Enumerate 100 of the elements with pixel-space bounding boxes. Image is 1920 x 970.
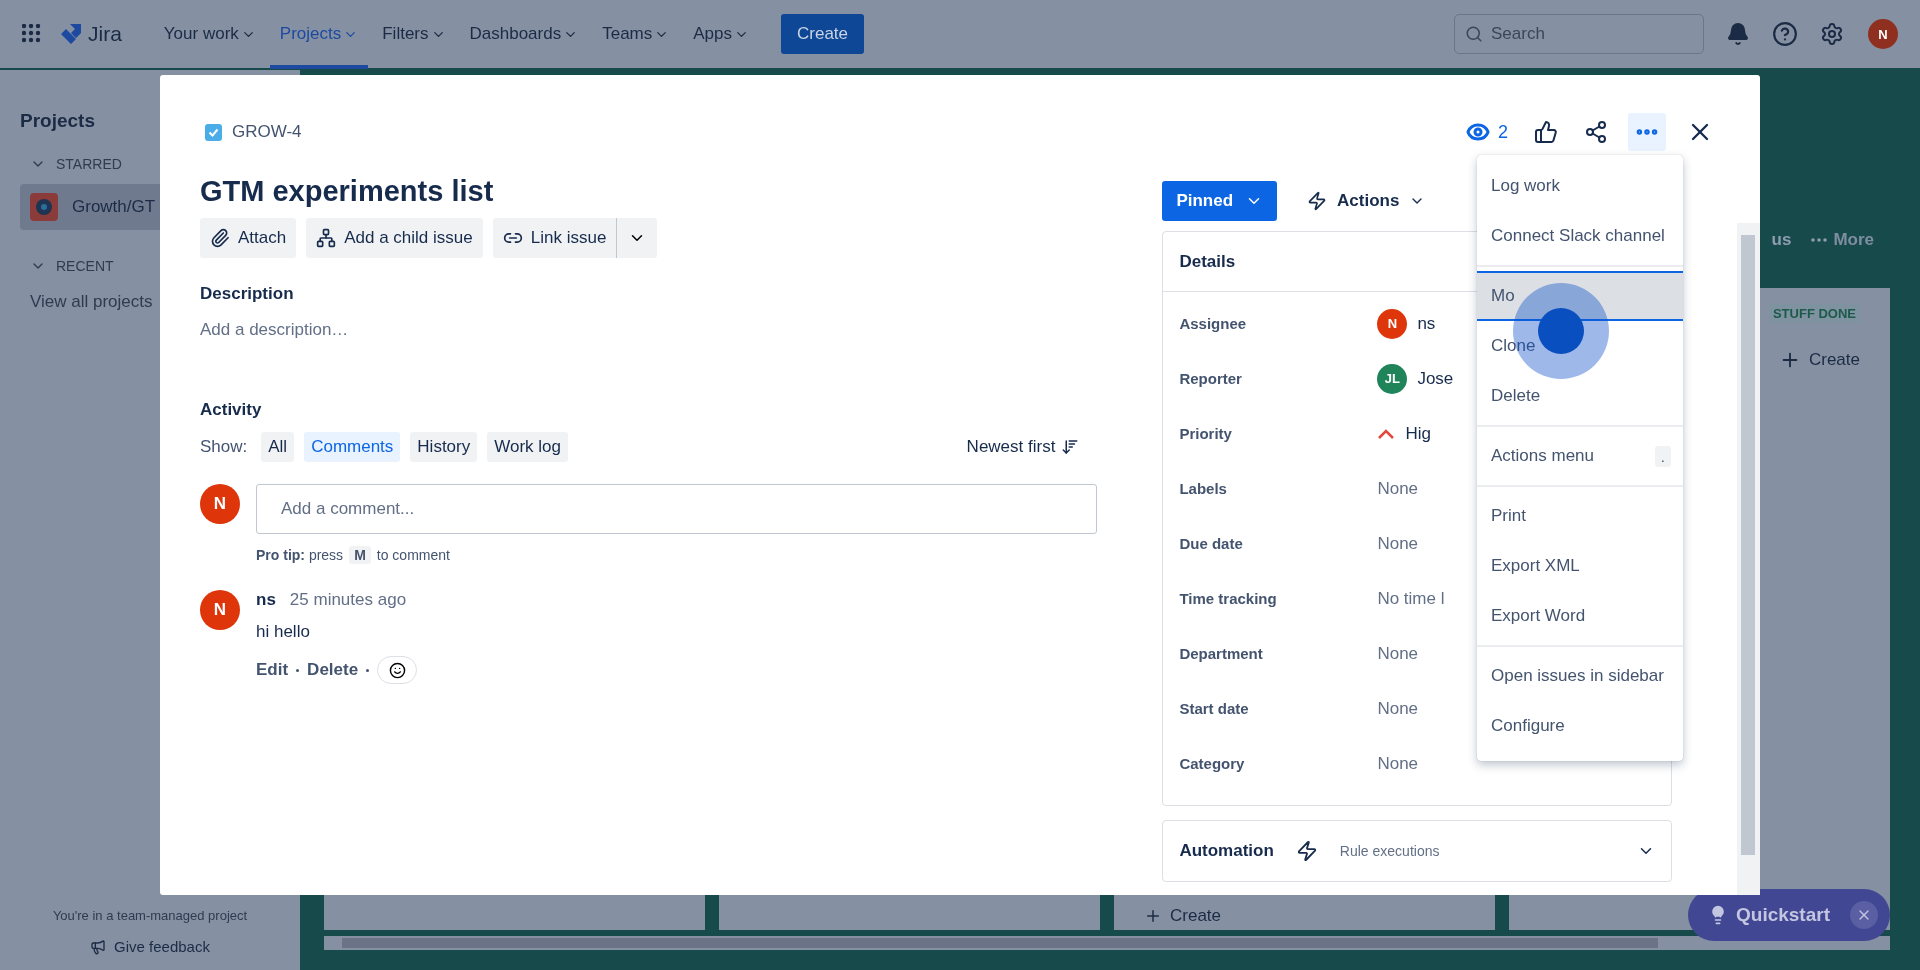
description-label: Description: [200, 284, 295, 304]
activity-label: Activity: [200, 400, 263, 420]
help-icon[interactable]: [1772, 21, 1798, 47]
notification-icon[interactable]: [1726, 22, 1750, 46]
settings-icon[interactable]: [1820, 22, 1844, 46]
comment-action-link[interactable]: Delete: [307, 660, 359, 680]
menu-item[interactable]: Export XML: [1477, 541, 1683, 591]
paperclip-icon: [210, 228, 230, 248]
comment-body: hi hello: [256, 622, 311, 642]
lightning-icon: [1295, 840, 1318, 862]
menu-item[interactable]: Export Word: [1477, 591, 1683, 641]
field-label: Reporter: [1179, 370, 1243, 387]
nav-menu-item[interactable]: Apps: [683, 0, 759, 69]
menu-item[interactable]: Print: [1477, 491, 1683, 541]
view-all-projects-link[interactable]: View all projects: [20, 292, 153, 312]
product-name[interactable]: Jira: [88, 22, 122, 46]
field-label: Assignee: [1179, 315, 1248, 332]
nav-menu-item[interactable]: Teams: [592, 0, 680, 69]
activity-filter-tab[interactable]: History: [410, 432, 478, 462]
watch-button[interactable]: 2: [1460, 114, 1514, 150]
sidebar-title: Projects: [20, 110, 95, 132]
field-label: Due date: [1179, 535, 1244, 552]
show-label: Show:: [200, 437, 248, 457]
priority-chevron-icon: [1377, 427, 1396, 440]
comment-author: ns: [256, 590, 276, 610]
actions-button[interactable]: Actions: [1301, 190, 1432, 212]
menu-item[interactable]: Actions menu .: [1477, 431, 1683, 481]
menu-item[interactable]: Clone: [1477, 321, 1683, 371]
create-card-button[interactable]: Create: [1144, 906, 1222, 926]
board-header-text: us: [1771, 230, 1792, 250]
sort-icon: [1061, 438, 1080, 456]
field-label: Time tracking: [1179, 590, 1278, 607]
profile-avatar[interactable]: N: [1868, 19, 1898, 49]
logo-icon: [60, 23, 82, 45]
more-icon[interactable]: [1628, 113, 1666, 151]
field-label: Department: [1179, 645, 1264, 662]
field-value: ns: [1417, 313, 1436, 334]
create-card-button[interactable]: Create: [1778, 349, 1860, 371]
user-avatar: N: [1377, 308, 1408, 339]
feedback-button[interactable]: Give feedback: [84, 937, 216, 956]
nav-menu-item[interactable]: Your work: [153, 0, 266, 69]
link-issue-button[interactable]: Link issue: [492, 218, 618, 258]
task-checkbox-icon: [205, 123, 222, 141]
menu-item[interactable]: Delete: [1477, 371, 1683, 421]
add-child-issue-button[interactable]: Add a child issue: [306, 218, 483, 258]
field-label: Start date: [1179, 700, 1250, 717]
create-button[interactable]: Create: [781, 14, 865, 54]
shortcut-key: M: [349, 546, 371, 564]
quickstart-button[interactable]: Quickstart: [1688, 889, 1890, 941]
footer-note: You're in a team-managed project: [52, 908, 248, 923]
attach-button[interactable]: Attach: [200, 218, 297, 258]
automation-title: Automation: [1179, 841, 1274, 861]
menu-item[interactable]: Mo: [1477, 271, 1683, 321]
section-label: RECENT: [56, 258, 114, 274]
nav-menu-item[interactable]: Filters: [372, 0, 456, 69]
shortcut-key: .: [1654, 445, 1671, 467]
field-value: Jose: [1417, 368, 1454, 389]
user-avatar: N: [200, 590, 240, 630]
field-value: None: [1377, 478, 1420, 499]
comment-action-link[interactable]: Edit: [256, 660, 289, 680]
lightning-icon: [1307, 191, 1328, 211]
comment-time: 25 minutes ago: [289, 590, 407, 610]
comment-input[interactable]: Add a comment...: [256, 484, 1098, 534]
user-avatar: JL: [1377, 363, 1408, 394]
menu-item[interactable]: Configure: [1477, 701, 1683, 751]
field-label: Category: [1179, 755, 1246, 772]
horizontal-scrollbar[interactable]: [324, 936, 1890, 950]
more-icon: [1811, 238, 1828, 242]
megaphone-icon: [90, 938, 107, 955]
issue-key-link[interactable]: GROW-4: [205, 122, 302, 142]
field-value: None: [1377, 698, 1420, 719]
field-value: None: [1377, 753, 1420, 774]
pro-tip-text: Pro tip: press: [256, 547, 344, 563]
nav-menu-item[interactable]: Dashboards: [459, 0, 589, 69]
plus-icon: [1144, 907, 1162, 925]
menu-item[interactable]: Open issues in sidebar: [1477, 651, 1683, 701]
rule-executions-link[interactable]: Rule executions: [1339, 843, 1440, 859]
vertical-scrollbar[interactable]: [1736, 223, 1760, 895]
hierarchy-icon: [316, 228, 337, 248]
field-value: No time l: [1377, 588, 1446, 609]
section-label: STARRED: [56, 156, 122, 172]
column-tag: STUFF DONE: [1768, 304, 1860, 323]
user-avatar: N: [200, 484, 240, 524]
field-label: Priority: [1179, 425, 1233, 442]
status-button[interactable]: Pinned: [1162, 181, 1278, 221]
menu-item[interactable]: Log work: [1477, 161, 1683, 211]
sort-button[interactable]: Newest first: [960, 436, 1098, 458]
project-icon: [30, 193, 58, 221]
app-grid-icon[interactable]: [22, 24, 42, 44]
field-value: Hig: [1405, 423, 1431, 444]
reaction-button[interactable]: [377, 656, 418, 684]
smiley-icon: [388, 661, 406, 679]
field-value: None: [1377, 643, 1420, 664]
description-placeholder[interactable]: Add a description…: [200, 320, 1098, 340]
activity-filter-tab[interactable]: Work log: [487, 432, 568, 462]
search-icon: [1465, 25, 1483, 43]
activity-filter-tab[interactable]: Comments: [304, 432, 401, 462]
field-value: None: [1377, 533, 1420, 554]
activity-filter-tab[interactable]: All: [261, 432, 295, 462]
pro-tip-text: to comment: [376, 547, 450, 563]
